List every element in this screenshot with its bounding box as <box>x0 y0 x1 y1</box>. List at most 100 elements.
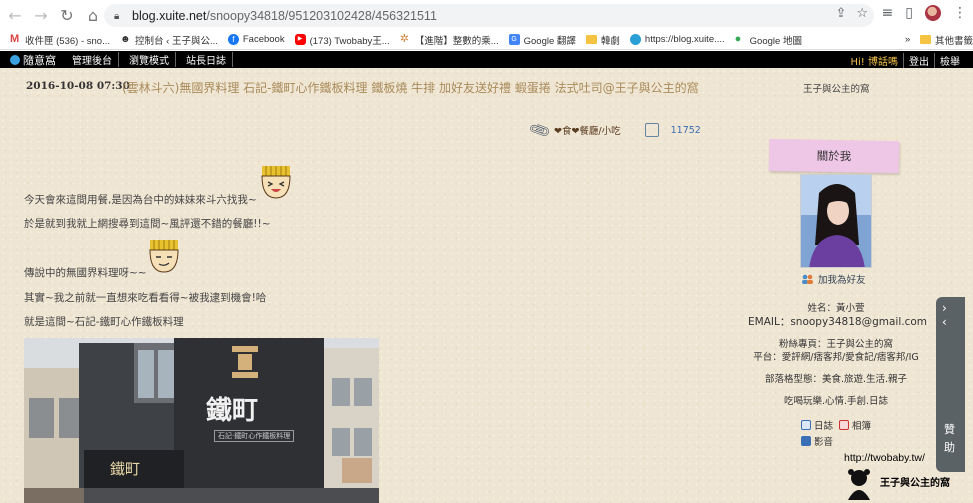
other-bookmarks-label: 其他書籤 <box>935 35 973 47</box>
sign-sub-text: 石記·鐵町心作鐵板料理 <box>214 430 295 442</box>
add-friend-link[interactable]: 加我為好友 <box>801 272 866 286</box>
globe-icon <box>629 34 641 45</box>
album-icon <box>839 420 850 430</box>
gmail-icon: M <box>10 33 20 45</box>
post-paragraph-3: 傳說中的無國界料理呀~~ <box>24 267 147 279</box>
other-bookmarks[interactable]: 其他書籤 <box>920 33 973 47</box>
overflow-icon: » <box>905 34 911 45</box>
post-title[interactable]: (雲林斗六)無國界料理 石記-鐵町心作鐵板料理 鐵板燒 牛排 加好友送好禮 蝦蛋… <box>122 79 699 96</box>
collapse-icon[interactable]: › <box>942 301 947 315</box>
url-path: /snoopy34818/951203102428/456321511 <box>206 8 437 23</box>
author-name: 姓名：黃小萱 <box>807 303 865 314</box>
avatar-image <box>801 175 871 267</box>
bookmark-gmail[interactable]: M 收件匣 (536) - sno... <box>10 33 110 47</box>
bookmark-math[interactable]: ✲ 【進階】整數的乘... <box>400 33 499 47</box>
profile-avatar[interactable] <box>925 5 941 21</box>
address-bar[interactable]: 🔒︎ blog.xuite.net/snoopy34818/9512031024… <box>104 4 874 27</box>
lock-icon: 🔒︎ <box>114 10 120 22</box>
star-burst-icon: ✲ <box>399 33 409 45</box>
bookmark-label: 韓劇 <box>600 35 620 47</box>
back-icon[interactable]: ← <box>4 4 26 26</box>
logout-link[interactable]: 登出 <box>903 53 934 68</box>
bookmark-label: (173) Twobaby王... <box>309 35 390 47</box>
report-link[interactable]: 檢舉 <box>934 53 965 68</box>
url-host: blog.xuite.net <box>132 8 207 23</box>
bookmark-star-icon[interactable]: ☆ <box>856 6 868 21</box>
blog-topics: 吃喝玩樂.心情.手創.日誌 <box>783 396 889 407</box>
bookmark-xuite[interactable]: https://blog.xuite.... <box>629 34 725 45</box>
forward-icon[interactable]: → <box>30 4 52 26</box>
bookmark-youtube[interactable]: ▶ (173) Twobaby王... <box>294 33 390 47</box>
watermark-logo <box>848 469 870 500</box>
watermark-name: 王子與公主的窩 <box>880 478 950 489</box>
lower-sign-text: 鐵町 <box>110 460 141 478</box>
post-paragraph-5: 就是這間~石記-鐵町心作鐵板料理 <box>24 316 184 328</box>
reload-icon[interactable]: ↻ <box>56 4 78 26</box>
menu-icon[interactable]: ⋮ <box>953 5 967 21</box>
nav-admin[interactable]: 管理後台 <box>72 52 119 67</box>
views-icon <box>644 123 659 137</box>
reading-list-icon[interactable]: ≡ <box>882 5 894 21</box>
sidebar-blog-name[interactable]: 王子與公主的窩 <box>803 81 870 95</box>
view-count: 11752 <box>670 124 701 136</box>
album-link[interactable]: 相簿 <box>852 418 871 432</box>
bookmarks-overflow-button[interactable]: » <box>905 34 910 45</box>
blog-page: 2016-10-08 07:30 (雲林斗六)無國界料理 石記-鐵町心作鐵板料理… <box>0 68 973 503</box>
share-icon[interactable]: ⇪ <box>835 6 846 21</box>
paw-icon: ☻ <box>120 34 131 45</box>
bookmark-korean-drama[interactable]: 韓劇 <box>585 33 620 47</box>
fan-page[interactable]: 粉絲專頁：王子與公主的窩 <box>748 336 924 350</box>
home-icon[interactable]: ⌂ <box>82 4 104 26</box>
sign-main-text: 鐵町 <box>206 396 259 426</box>
about-title: 關於我 <box>816 148 852 164</box>
about-me-header: 關於我 <box>768 138 900 174</box>
bookmark-maps[interactable]: ● Google 地圖 <box>735 33 802 47</box>
nav-browse-mode[interactable]: 瀏覽模式 <box>129 52 176 67</box>
logo-icon <box>10 54 20 65</box>
folder-icon <box>585 35 597 44</box>
post-date: 2016-10-08 07:30 <box>26 80 130 92</box>
site-nav-bar: 隨意窩 管理後台 瀏覽模式 站長日誌 Hi! 博話嗎 登出 檢舉 <box>0 51 973 68</box>
bookmark-label: 【進階】整數的乘... <box>414 35 499 47</box>
video-icon <box>801 436 811 446</box>
bookmark-label: Google 地圖 <box>749 35 802 47</box>
youtube-icon: ▶ <box>294 34 306 45</box>
bookmark-label: Facebook <box>242 34 285 45</box>
bookmark-facebook[interactable]: f Facebook <box>227 34 285 45</box>
bookmark-label: Google 翻譯 <box>523 35 576 47</box>
bookmark-label: https://blog.xuite.... <box>644 34 725 45</box>
site-logo[interactable]: 隨意窩 <box>10 52 56 68</box>
smirk-face-icon <box>149 240 179 273</box>
user-greeting[interactable]: Hi! 博話嗎 <box>846 53 904 68</box>
storefront-image <box>24 338 379 503</box>
browser-toolbar: ← → ↻ ⌂ 🔒︎ blog.xuite.net/snoopy34818/95… <box>0 0 973 30</box>
split-view-icon[interactable]: ▯ <box>905 5 913 21</box>
journal-link[interactable]: 日誌 <box>814 418 833 432</box>
author-email[interactable]: EMAIL：snoopy34818@gmail.com <box>748 314 927 329</box>
laughing-face-icon <box>261 166 291 199</box>
video-link[interactable]: 影音 <box>814 434 833 448</box>
nav-site-log[interactable]: 站長日誌 <box>186 52 233 67</box>
translate-icon: G <box>508 34 520 45</box>
bookmark-dashboard[interactable]: ☻ 控制台 ‹ 王子與公... <box>120 33 218 47</box>
post-paragraph-4: 其實~我之前就一直想來吃看看得~被我逮到機會!哈 <box>24 292 267 304</box>
floating-side-panel[interactable]: › ‹ 贊助 <box>936 297 965 472</box>
restaurant-photo[interactable]: 鐵町 石記·鐵町心作鐵板料理 鐵町 <box>24 338 379 503</box>
sponsor-label: 贊助 <box>944 423 955 454</box>
bookmark-translate[interactable]: G Google 翻譯 <box>508 33 576 47</box>
blog-type: 部落格型態：美食.旅遊.生活.親子 <box>764 374 908 385</box>
watermark-url: http://twobaby.tw/ <box>844 452 925 464</box>
facebook-icon: f <box>227 34 239 45</box>
sidebar-links: 日誌 相簿 <box>801 418 871 432</box>
expand-icon[interactable]: ‹ <box>942 315 947 329</box>
post-paragraph-2: 於是就到我就上網搜尋到這間~風評還不錯的餐廳!!~ <box>24 218 271 230</box>
post-meta: 📎︎ ❤食❤餐廳/小吃 11752 <box>527 118 701 143</box>
logo-text: 隨意窩 <box>23 53 56 67</box>
map-pin-icon: ● <box>734 33 742 45</box>
author-avatar[interactable] <box>800 174 872 268</box>
bookmark-label: 收件匣 (536) - sno... <box>25 35 110 47</box>
paperclip-icon: 📎︎ <box>527 118 553 143</box>
platforms: 平台：愛評網/痞客邦/愛食記/痞客邦/IG <box>753 352 919 363</box>
post-paragraph-1: 今天會來這間用餐,是因為台中的妹妹來斗六找我~ <box>24 194 257 206</box>
post-category[interactable]: ❤食❤餐廳/小吃 <box>554 123 621 137</box>
